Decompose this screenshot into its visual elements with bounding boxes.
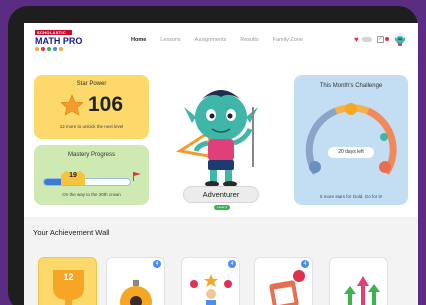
avatar[interactable] [394, 33, 406, 46]
challenge-progress-ring [305, 103, 397, 175]
mastery-value: 19 [69, 172, 77, 179]
silver-medal-icon [309, 161, 321, 173]
checkbox-icon: ✓ [377, 35, 384, 43]
logo-dots [35, 47, 82, 51]
character-name[interactable]: Adventurer [183, 186, 259, 203]
nav-lessons[interactable]: Lessons [160, 37, 181, 43]
achievement-tile-trophy[interactable]: 12 [38, 257, 97, 305]
lives-indicator[interactable]: ♥ [354, 34, 372, 44]
trophy-count: 12 [63, 272, 74, 282]
challenge-subtitle: 5 more stars for Gold. Go for it! [319, 194, 383, 199]
nav-results[interactable]: Results [240, 37, 258, 43]
character-marker-icon [380, 133, 388, 141]
nav-home[interactable]: Home [131, 37, 146, 43]
top-bar: SCHOLASTIC MATH PRO Home Lessons Assignm… [24, 23, 418, 61]
app-logo[interactable]: SCHOLASTIC MATH PRO [35, 30, 82, 51]
tile-count-badge: 4 [301, 260, 309, 268]
achievement-wall: Your Achievement Wall 12 4 4 4 [24, 217, 418, 305]
star-power-subtitle: 12 more to unlock the next level [59, 124, 124, 129]
achievement-tile-calendar[interactable]: 4 [254, 257, 313, 305]
star-power-value: 106 [88, 93, 124, 116]
star-power-title: Star Power [76, 81, 107, 87]
app-screen: SCHOLASTIC MATH PRO Home Lessons Assignm… [24, 23, 418, 305]
nav-assignments[interactable]: Assignments [195, 37, 227, 43]
flag-icon [133, 172, 141, 181]
heart-icon: ♥ [354, 34, 359, 44]
gold-medal-icon [345, 103, 357, 115]
days-left-label: 20 days left [328, 147, 374, 158]
level-badge: Level 4 [214, 205, 230, 210]
monthly-challenge-card[interactable]: This Month's Challenge 20 days left 5 mo… [294, 75, 408, 205]
tasks-indicator[interactable]: ✓ [377, 35, 389, 43]
mastery-progress-card[interactable]: Mastery Progress 19 On the way to the 20… [34, 145, 149, 205]
mastery-subtitle: On the way to the 20th crown [62, 192, 121, 197]
star-icon [60, 94, 84, 116]
product-name: MATH PRO [35, 36, 83, 46]
tile-count-badge: 4 [228, 260, 236, 268]
growth-arrows-icon [344, 276, 380, 305]
achievement-tile-growth[interactable] [329, 257, 388, 305]
bronze-medal-icon [379, 161, 391, 173]
tablet-frame: SCHOLASTIC MATH PRO Home Lessons Assignm… [8, 6, 418, 305]
status-area: ♥ ✓ [354, 33, 406, 46]
mastery-title: Mastery Progress [67, 152, 115, 158]
tile-count-badge: 4 [153, 260, 161, 268]
adventurer-character-illustration[interactable] [174, 77, 268, 189]
star-power-card[interactable]: Star Power 106 12 more to unlock the nex… [34, 75, 149, 139]
lives-bar [362, 36, 372, 42]
nav-family-zone[interactable]: Family Zone [273, 37, 303, 43]
achievement-tile-stopwatch[interactable]: 4 [106, 257, 165, 305]
achievement-tile-celebrate[interactable]: 4 [181, 257, 240, 305]
mastery-progress-bar [43, 178, 131, 186]
achievement-wall-title: Your Achievement Wall [33, 228, 110, 237]
avatar-icon [395, 36, 405, 46]
brand-label: SCHOLASTIC [35, 30, 72, 35]
notification-dot [385, 37, 389, 41]
main-nav: Home Lessons Assignments Results Family … [131, 37, 303, 43]
